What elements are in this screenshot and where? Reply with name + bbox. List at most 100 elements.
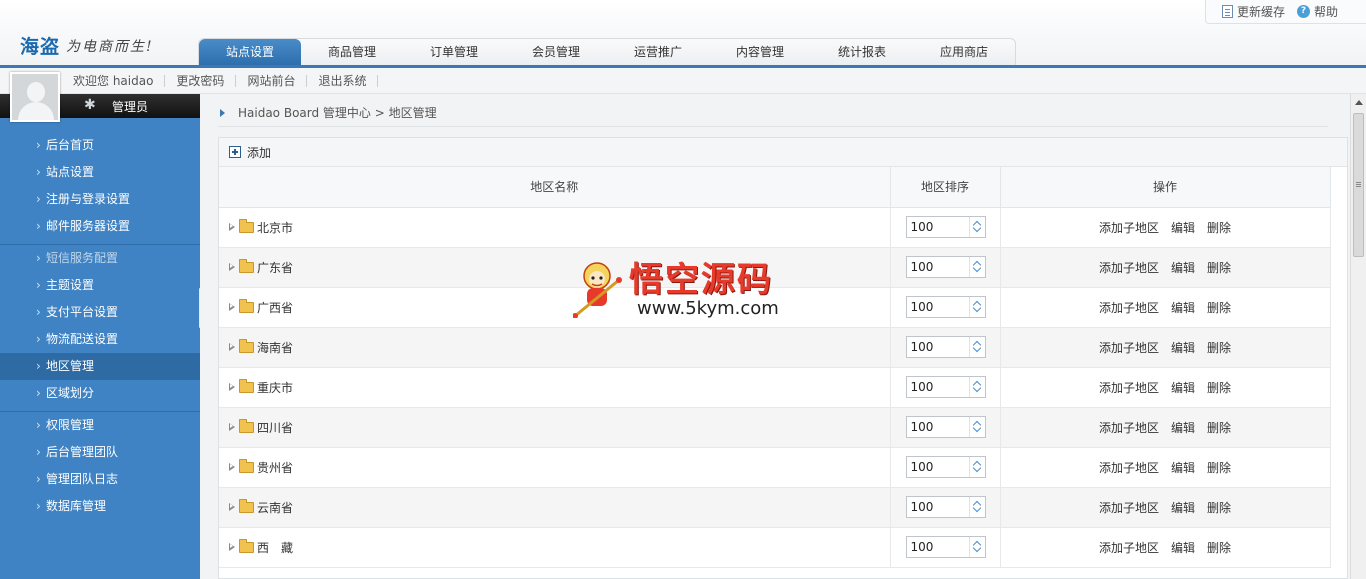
delete-link[interactable]: 删除 [1207, 421, 1231, 435]
sort-order-input[interactable]: 100 [905, 376, 986, 398]
delete-link[interactable]: 删除 [1207, 381, 1231, 395]
delete-link[interactable]: 删除 [1207, 461, 1231, 475]
delete-link[interactable]: 删除 [1207, 261, 1231, 275]
sidebar-item-theme[interactable]: 主题设置 [0, 272, 200, 299]
expand-arrow-icon[interactable] [229, 262, 236, 272]
add-child-region-link[interactable]: 添加子地区 [1099, 301, 1159, 315]
expand-arrow-icon[interactable] [229, 542, 236, 552]
region-table: 地区名称 地区排序 操作 北京市 100 添加子地区 编辑 删除 广东省 100 添加子地区编… [219, 167, 1331, 568]
sort-order-input[interactable]: 100 [905, 456, 986, 478]
sort-stepper[interactable] [968, 497, 985, 517]
sort-order-value[interactable]: 100 [911, 380, 934, 394]
logo[interactable]: 海盗 [20, 32, 60, 59]
edit-link[interactable]: 编辑 [1171, 421, 1195, 435]
edit-link[interactable]: 编辑 [1171, 501, 1195, 515]
sidebar-item-sms[interactable]: 短信服务配置 [0, 245, 200, 272]
sort-order-value[interactable]: 100 [911, 220, 934, 234]
delete-link[interactable]: 删除 [1207, 341, 1231, 355]
sort-stepper[interactable] [968, 537, 985, 557]
sort-order-input[interactable]: 100 [905, 216, 986, 238]
sort-stepper[interactable] [968, 337, 985, 357]
tab-reports[interactable]: 统计报表 [811, 39, 913, 65]
sort-order-input[interactable]: 100 [905, 536, 986, 558]
tab-orders[interactable]: 订单管理 [403, 39, 505, 65]
edit-link[interactable]: 编辑 [1171, 461, 1195, 475]
sidebar-item-zones[interactable]: 区域划分 [0, 380, 200, 407]
edit-link[interactable]: 编辑 [1171, 221, 1195, 235]
expand-arrow-icon[interactable] [229, 422, 236, 432]
tab-site-settings[interactable]: 站点设置 [199, 39, 301, 65]
edit-link[interactable]: 编辑 [1171, 341, 1195, 355]
expand-arrow-icon[interactable] [229, 302, 236, 312]
region-name-cell: 四川省 [219, 407, 891, 448]
add-child-region-link[interactable]: 添加子地区 [1099, 221, 1159, 235]
sidebar-item-register-login[interactable]: 注册与登录设置 [0, 186, 200, 213]
sort-stepper[interactable] [968, 377, 985, 397]
sort-order-value[interactable]: 100 [911, 460, 934, 474]
edit-link[interactable]: 编辑 [1171, 301, 1195, 315]
change-password-link[interactable]: 更改密码 [165, 75, 237, 87]
sort-order-input[interactable]: 100 [905, 336, 986, 358]
tab-marketing[interactable]: 运营推广 [607, 39, 709, 65]
add-child-region-link[interactable]: 添加子地区 [1099, 541, 1159, 555]
expand-arrow-icon[interactable] [229, 462, 236, 472]
sidebar-item-mail-server[interactable]: 邮件服务器设置 [0, 213, 200, 240]
sort-order-value[interactable]: 100 [911, 500, 934, 514]
sort-order-input[interactable]: 100 [905, 496, 986, 518]
expand-arrow-icon[interactable] [229, 502, 236, 512]
tab-content[interactable]: 内容管理 [709, 39, 811, 65]
delete-link[interactable]: 删除 [1207, 541, 1231, 555]
folder-icon [239, 378, 254, 393]
sidebar-item-dashboard[interactable]: 后台首页 [0, 132, 200, 159]
edit-link[interactable]: 编辑 [1171, 261, 1195, 275]
refresh-cache-link[interactable]: 更新缓存 [1237, 3, 1285, 20]
expand-arrow-icon[interactable] [229, 342, 236, 352]
expand-arrow-icon[interactable] [229, 222, 236, 232]
region-sort-cell: 100 [890, 287, 1001, 328]
sort-stepper[interactable] [968, 257, 985, 277]
delete-link[interactable]: 删除 [1207, 221, 1231, 235]
sort-order-input[interactable]: 100 [905, 296, 986, 318]
sort-order-value[interactable]: 100 [911, 260, 934, 274]
sidebar-item-logistics[interactable]: 物流配送设置 [0, 326, 200, 353]
sidebar-item-payment[interactable]: 支付平台设置 [0, 299, 200, 326]
sidebar-item-regions[interactable]: 地区管理 [0, 353, 200, 380]
sort-order-input[interactable]: 100 [905, 256, 986, 278]
sort-order-value[interactable]: 100 [911, 540, 934, 554]
edit-link[interactable]: 编辑 [1171, 381, 1195, 395]
tab-members[interactable]: 会员管理 [505, 39, 607, 65]
sidebar-item-database[interactable]: 数据库管理 [0, 493, 200, 520]
sidebar-item-team-log[interactable]: 管理团队日志 [0, 466, 200, 493]
add-child-region-link[interactable]: 添加子地区 [1099, 421, 1159, 435]
scroll-thumb[interactable] [1353, 113, 1364, 257]
sort-order-value[interactable]: 100 [911, 300, 934, 314]
logout-link[interactable]: 退出系统 [307, 75, 379, 87]
edit-link[interactable]: 编辑 [1171, 541, 1195, 555]
expand-arrow-icon[interactable] [229, 382, 236, 392]
add-child-region-link[interactable]: 添加子地区 [1099, 261, 1159, 275]
add-child-region-link[interactable]: 添加子地区 [1099, 381, 1159, 395]
sidebar-item-permissions[interactable]: 权限管理 [0, 412, 200, 439]
sort-stepper[interactable] [968, 297, 985, 317]
sidebar-item-site-settings[interactable]: 站点设置 [0, 159, 200, 186]
add-button[interactable]: 添加 [247, 144, 271, 161]
tab-app-store[interactable]: 应用商店 [913, 39, 1015, 65]
sort-stepper[interactable] [968, 217, 985, 237]
vertical-scrollbar[interactable] [1350, 94, 1366, 579]
site-front-link[interactable]: 网站前台 [236, 75, 308, 87]
sidebar-item-admin-team[interactable]: 后台管理团队 [0, 439, 200, 466]
add-child-region-link[interactable]: 添加子地区 [1099, 501, 1159, 515]
sort-order-input[interactable]: 100 [905, 416, 986, 438]
help-link[interactable]: 帮助 [1314, 3, 1338, 20]
sort-order-value[interactable]: 100 [911, 340, 934, 354]
delete-link[interactable]: 删除 [1207, 301, 1231, 315]
delete-link[interactable]: 删除 [1207, 501, 1231, 515]
add-child-region-link[interactable]: 添加子地区 [1099, 341, 1159, 355]
tab-products[interactable]: 商品管理 [301, 39, 403, 65]
sort-stepper[interactable] [968, 457, 985, 477]
sort-stepper[interactable] [968, 417, 985, 437]
scroll-up-arrow-icon[interactable] [1355, 100, 1363, 105]
add-child-region-link[interactable]: 添加子地区 [1099, 461, 1159, 475]
add-icon[interactable] [229, 146, 241, 158]
sort-order-value[interactable]: 100 [911, 420, 934, 434]
